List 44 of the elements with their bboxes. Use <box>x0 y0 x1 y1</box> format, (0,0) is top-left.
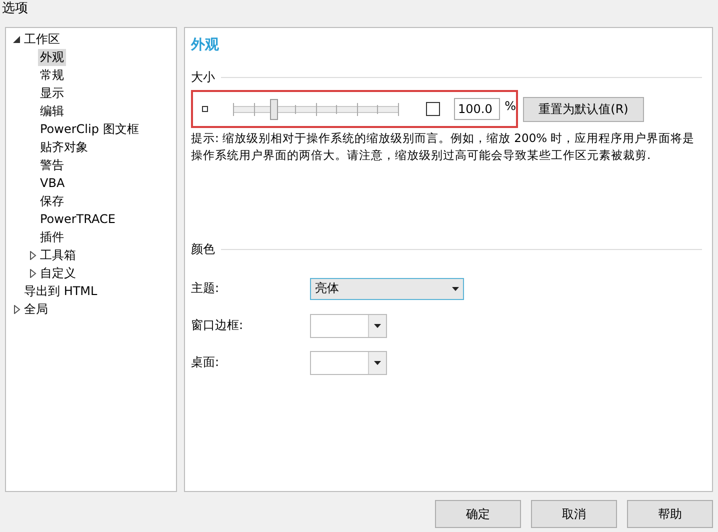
tree-item[interactable]: 编辑 <box>38 102 66 120</box>
tree-item[interactable]: 保存 <box>38 192 66 210</box>
reset-default-button[interactable]: 重置为默认值(R) <box>523 96 644 122</box>
field-label: 桌面: <box>191 354 220 371</box>
tree-item[interactable]: 导出到 HTML <box>22 282 100 300</box>
section-heading: 颜色 <box>191 240 215 258</box>
tree-item[interactable]: 外观 <box>38 48 66 66</box>
tree-item[interactable]: 常规 <box>38 66 66 84</box>
page-title: 外观 <box>191 36 220 55</box>
tree-item[interactable]: 工具箱 <box>38 246 78 264</box>
dialog-button[interactable]: 取消 <box>531 500 617 528</box>
collapsed-arrow-icon[interactable] <box>13 304 21 314</box>
tree-item[interactable]: 显示 <box>38 84 66 102</box>
tree-item[interactable]: 全局 <box>22 300 50 318</box>
slider-thumb[interactable] <box>270 98 278 120</box>
checkbox[interactable] <box>426 102 440 116</box>
dropdown-caret-icon <box>452 286 459 290</box>
section-heading: 大小 <box>191 68 215 86</box>
percent-unit: % <box>504 99 516 113</box>
tree-item[interactable]: PowerClip 图文框 <box>38 120 141 138</box>
tree-item[interactable]: 自定义 <box>38 264 78 282</box>
small-square-icon <box>202 106 208 112</box>
expanded-arrow-icon[interactable] <box>13 34 21 44</box>
hint-text: 提示: 缩放级别相对于操作系统的缩放级别而言。例如，缩放 200% 时，应用程序用户界面将是操作系统用户界面的两倍大。请注意，缩放级别过高可能会导致某些工作区元素被裁剪. <box>191 130 696 164</box>
color-picker-dropdown[interactable] <box>310 350 387 374</box>
dialog-button[interactable]: 帮助 <box>627 500 713 528</box>
field-label: 主题: <box>191 280 220 297</box>
tree-item[interactable]: 插件 <box>38 228 66 246</box>
tree-item[interactable]: 工作区 <box>22 30 62 48</box>
zoom-input-field[interactable]: 100.0 <box>454 98 500 120</box>
zoom-slider-track[interactable] <box>230 98 401 120</box>
field-label: 窗口边框: <box>191 317 244 334</box>
tree-item[interactable]: PowerTRACE <box>38 212 118 226</box>
color-picker-dropdown[interactable] <box>310 314 387 338</box>
tree-item[interactable]: VBA <box>38 176 67 190</box>
theme-dropdown[interactable]: 亮体 <box>310 278 464 300</box>
tree-item[interactable]: 警告 <box>38 156 66 174</box>
window-title: 选项 <box>1 0 29 18</box>
dropdown-caret-icon <box>374 324 381 328</box>
tree-item[interactable]: 贴齐对象 <box>38 138 90 156</box>
collapsed-arrow-icon[interactable] <box>29 250 37 260</box>
dialog-button[interactable]: 确定 <box>435 500 521 528</box>
collapsed-arrow-icon[interactable] <box>29 268 37 278</box>
dropdown-caret-icon <box>374 360 381 364</box>
